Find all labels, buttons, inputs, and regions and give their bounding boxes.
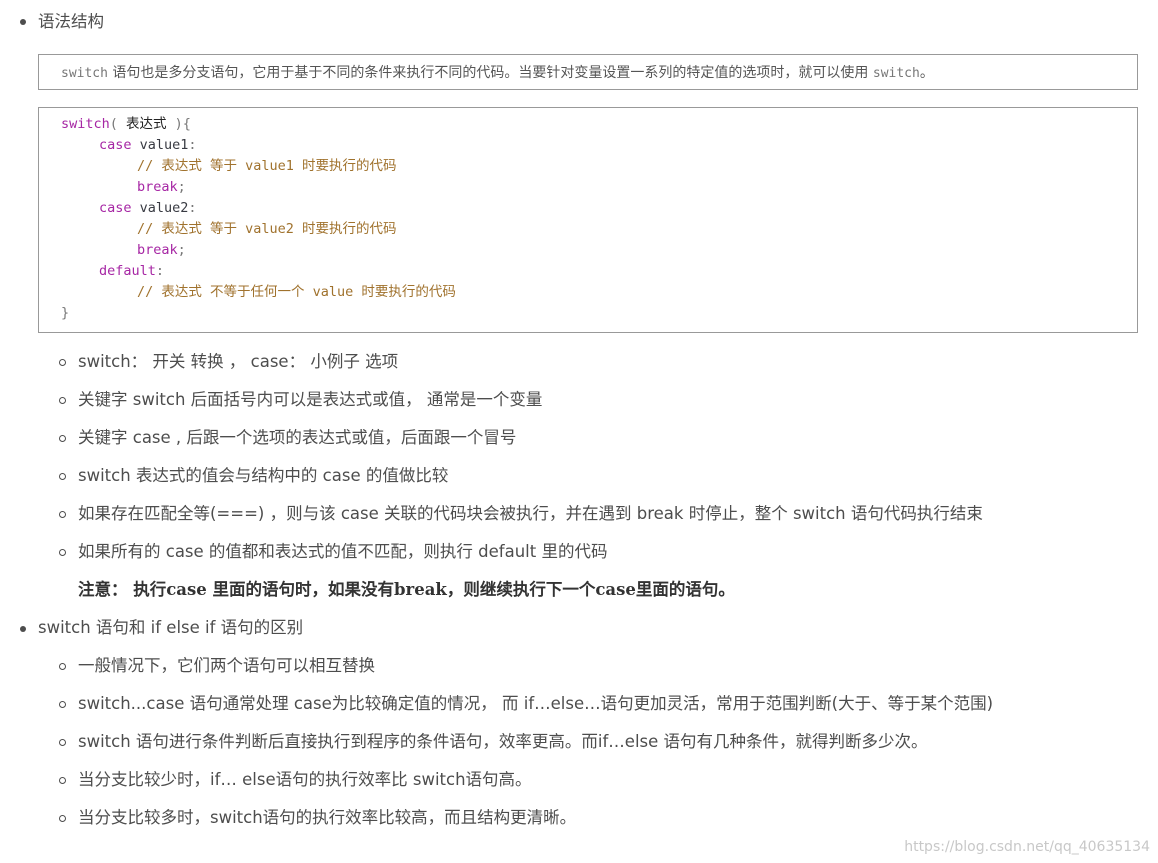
bullet-circle (59, 435, 66, 442)
code-block: switch( 表达式 ){ case value1: // 表达式 等于 va… (38, 107, 1138, 333)
list-item: switch 语句进行条件判断后直接执行到程序的条件语句，效率更高。而if…el… (78, 732, 928, 751)
list-item: switch 表达式的值会与结构中的 case 的值做比较 (78, 466, 449, 485)
list-item: 一般情况下，它们两个语句可以相互替换 (78, 656, 375, 675)
section-heading-comparison: switch 语句和 if else if 语句的区别 (38, 618, 304, 637)
bullet-circle (59, 359, 66, 366)
code-line-4: break; (137, 177, 186, 198)
bullet-circle (59, 701, 66, 708)
kw-case: case (99, 137, 132, 153)
kw-case: case (99, 200, 132, 216)
bullet-circle (59, 397, 66, 404)
code-comment-3: // 表达式 不等于任何一个 value 时要执行的代码 (137, 284, 456, 300)
bullet-circle (59, 549, 66, 556)
kw-break: break (137, 179, 178, 195)
bullet-circle (59, 815, 66, 822)
list-item: 如果所有的 case 的值都和表达式的值不匹配，则执行 default 里的代码 (78, 542, 608, 561)
intro-end: 。 (919, 65, 934, 81)
punct: : (188, 200, 197, 216)
intro-blockquote: switch 语句也是多分支语句，它用于基于不同的条件来执行不同的代码。当要针对… (38, 54, 1138, 90)
bullet-dot (20, 19, 26, 25)
watermark-url: https://blog.csdn.net/qq_40635134 (904, 839, 1150, 855)
bullet-circle (59, 663, 66, 670)
code-line-2: case value1: (99, 135, 197, 156)
code-line-1: switch( 表达式 ){ (61, 114, 191, 135)
punct: : (155, 263, 165, 279)
expr: 表达式 (126, 116, 167, 132)
punct: ; (177, 242, 186, 258)
list-item: switch...case 语句通常处理 case为比较确定值的情况， 而 if… (78, 694, 994, 713)
punct: ){ (166, 116, 191, 132)
bullet-circle (59, 511, 66, 518)
list-item: 当分支比较多时，switch语句的执行效率比较高，而且结构更清晰。 (78, 808, 577, 827)
list-item: 如果存在匹配全等(===) ，则与该 case 关联的代码块会被执行，并在遇到 … (78, 504, 983, 523)
value: value2 (131, 200, 189, 216)
value: value1 (131, 137, 189, 153)
kw-switch: switch (61, 116, 110, 132)
code-line-5: case value2: (99, 198, 197, 219)
bullet-dot (20, 626, 26, 632)
section-heading-syntax: 语法结构 (38, 12, 104, 31)
list-item: 关键字 case , 后跟一个选项的表达式或值，后面跟一个冒号 (78, 428, 517, 447)
code-line-8: default: (99, 261, 164, 282)
bullet-circle (59, 777, 66, 784)
punct: ; (177, 179, 186, 195)
bullet-circle (59, 739, 66, 746)
code-switch-2: switch (872, 66, 920, 81)
punct: : (188, 137, 197, 153)
code-comment-1: // 表达式 等于 value1 时要执行的代码 (137, 158, 397, 174)
kw-default: default (99, 263, 156, 279)
bullet-circle (59, 473, 66, 480)
intro-sentence: 语句也是多分支语句，它用于基于不同的条件来执行不同的代码。当要针对变量设置一系列… (107, 65, 873, 81)
kw-break: break (137, 242, 178, 258)
list-item: 关键字 switch 后面括号内可以是表达式或值， 通常是一个变量 (78, 390, 543, 409)
list-item: switch： 开关 转换 ， case： 小例子 选项 (78, 352, 399, 371)
list-item: 当分支比较少时，if… else语句的执行效率比 switch语句高。 (78, 770, 532, 789)
note-bold: 注意： 执行case 里面的语句时，如果没有break，则继续执行下一个case… (78, 580, 735, 599)
code-switch: switch (61, 66, 108, 81)
code-comment-2: // 表达式 等于 value2 时要执行的代码 (137, 221, 397, 237)
punct: ( (109, 116, 127, 132)
code-closing-brace: } (61, 305, 70, 321)
intro-text: switch 语句也是多分支语句，它用于基于不同的条件来执行不同的代码。当要针对… (61, 63, 934, 84)
code-line-7: break; (137, 240, 186, 261)
